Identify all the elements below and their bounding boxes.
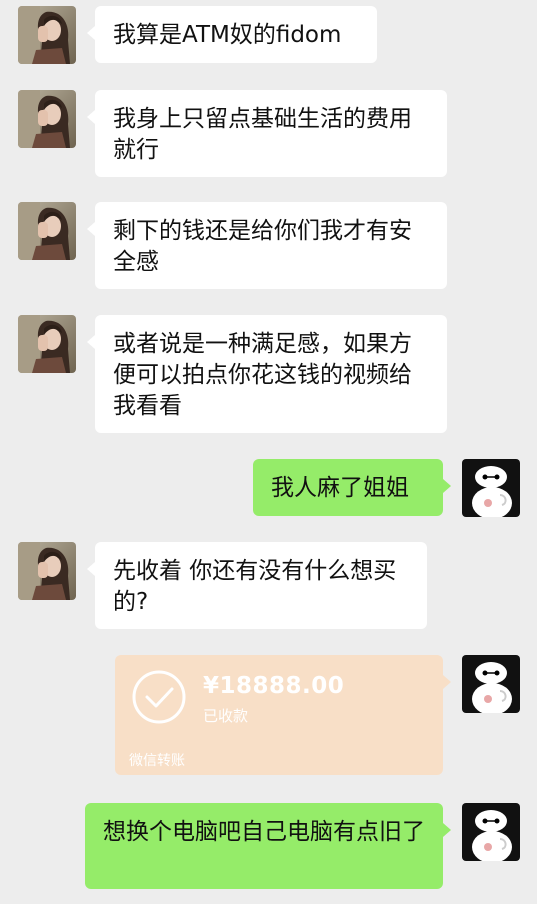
baymax-avatar-icon (462, 803, 520, 861)
girl-photo-avatar-icon (18, 90, 76, 148)
avatar[interactable] (18, 202, 76, 260)
avatar[interactable] (18, 6, 76, 64)
girl-photo-avatar-icon (18, 315, 76, 373)
avatar[interactable] (18, 542, 76, 600)
baymax-avatar-icon (462, 459, 520, 517)
message-bubble[interactable]: 我身上只留点基础生活的费用就行 (87, 90, 447, 177)
avatar-self[interactable] (462, 803, 520, 861)
transfer-card[interactable]: ¥18888.00 已收款 微信转账 (115, 655, 451, 775)
avatar-self[interactable] (462, 655, 520, 713)
girl-photo-avatar-icon (18, 542, 76, 600)
girl-photo-avatar-icon (18, 6, 76, 64)
message-bubble[interactable]: 我算是ATM奴的fidom (87, 6, 377, 63)
transfer-footer: 微信转账 (129, 753, 185, 769)
girl-photo-avatar-icon (18, 202, 76, 260)
check-circle-icon (132, 670, 186, 724)
message-bubble-self[interactable]: 想换个电脑吧自己电脑有点旧了 (85, 803, 451, 889)
avatar[interactable] (18, 90, 76, 148)
transfer-amount: ¥18888.00 (203, 673, 345, 699)
avatar-self[interactable] (462, 459, 520, 517)
avatar[interactable] (18, 315, 76, 373)
transfer-status: 已收款 (203, 707, 249, 725)
baymax-avatar-icon (462, 655, 520, 713)
message-bubble[interactable]: 或者说是一种满足感，如果方便可以拍点你花这钱的视频给我看看 (87, 315, 447, 433)
message-bubble[interactable]: 剩下的钱还是给你们我才有安全感 (87, 202, 447, 289)
message-bubble[interactable]: 先收着 你还有没有什么想买的? (87, 542, 427, 629)
message-bubble-self[interactable]: 我人麻了姐姐 (253, 459, 451, 516)
